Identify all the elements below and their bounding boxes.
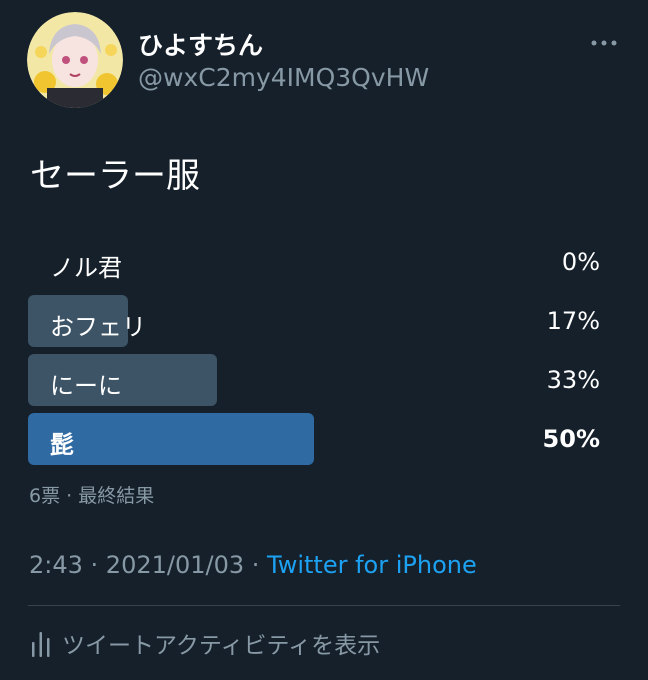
poll-option-label: 髭 (50, 431, 74, 459)
poll: ノル君 0% おフェリ 17% にーに 33% 髭 50% (28, 236, 600, 472)
poll-option-label: にーに (50, 372, 122, 400)
avatar-image (27, 12, 123, 108)
tweet-text: セーラー服 (30, 156, 200, 196)
timestamp-row: 2:43 · 2021/01/03 · Twitter for iPhone (29, 551, 477, 579)
tweet-date[interactable]: 2021/01/03 (106, 551, 244, 579)
poll-option: 髭 50% (28, 413, 600, 465)
avatar[interactable] (27, 12, 123, 108)
poll-option-label: ノル君 (50, 254, 122, 282)
separator: · (244, 551, 268, 579)
view-tweet-activity-label: ツイートアクティビティを表示 (62, 633, 381, 659)
tweet-time[interactable]: 2:43 (29, 551, 83, 579)
poll-option: にーに 33% (28, 354, 600, 406)
more-options-button[interactable] (586, 28, 622, 58)
more-horizontal-icon (591, 40, 617, 46)
poll-option-percent: 50% (542, 425, 600, 453)
analytics-bars-icon (32, 632, 50, 657)
poll-meta: 6票 · 最終結果 (29, 485, 155, 507)
poll-option-percent: 17% (546, 307, 600, 335)
poll-option: ノル君 0% (28, 236, 600, 288)
poll-option-percent: 0% (561, 248, 600, 276)
display-name[interactable]: ひよすちん (138, 26, 263, 62)
poll-option-label: おフェリ (50, 313, 146, 341)
tweet-source-link[interactable]: Twitter for iPhone (267, 551, 477, 579)
separator: · (82, 551, 106, 579)
user-handle[interactable]: @wxC2my4IMQ3QvHW (138, 63, 429, 92)
poll-option: おフェリ 17% (28, 295, 600, 347)
divider (28, 605, 620, 606)
poll-option-percent: 33% (546, 366, 600, 394)
view-tweet-activity-button[interactable]: ツイートアクティビティを表示 (30, 627, 380, 659)
